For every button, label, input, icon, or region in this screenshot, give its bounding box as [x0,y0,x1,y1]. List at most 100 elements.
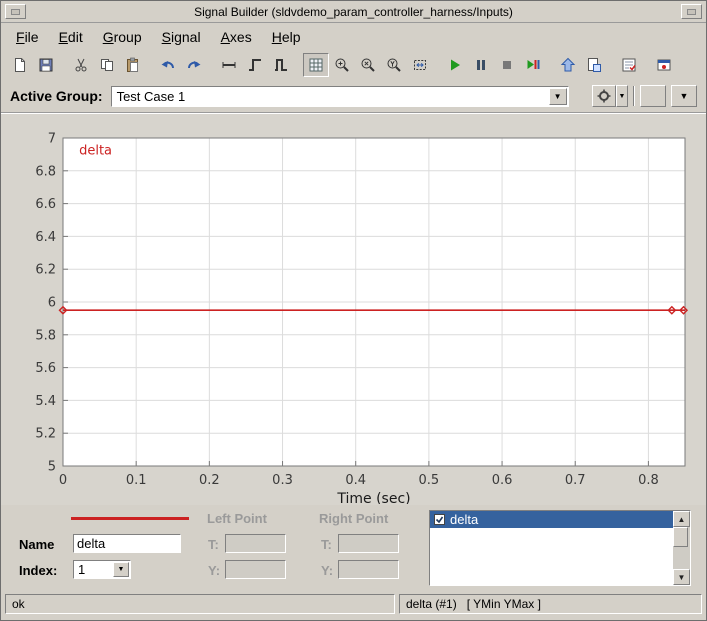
svg-text:delta: delta [79,143,112,158]
list-item-delta[interactable]: delta [430,511,673,528]
svg-text:0.3: 0.3 [272,473,293,488]
status-message: ok [5,594,395,614]
window-menu-button[interactable] [5,4,26,19]
active-group-combobox[interactable]: Test Case 1 ▼ [110,85,569,107]
panel-blank-button[interactable] [640,85,666,107]
line-segment-button[interactable] [216,53,242,77]
signal-builder-window: Signal Builder (sldvdemo_param_controlle… [0,0,707,621]
svg-text:Time (sec): Time (sec) [336,491,410,504]
zoom-in-button[interactable] [329,53,355,77]
fit-view-button[interactable] [407,53,433,77]
left-t-field [225,534,286,553]
svg-text:5.2: 5.2 [35,427,56,442]
run-all-icon [527,60,540,69]
name-input[interactable] [73,534,181,553]
index-label: Index: [19,563,58,578]
menu-signal[interactable]: Signal [153,26,210,48]
new-button[interactable] [7,53,33,77]
left-point-label: Left Point [207,511,267,526]
menu-group[interactable]: Group [94,26,151,48]
window-menu-icon [11,8,20,15]
signal-listbox: delta ▲ ▼ [429,510,691,586]
snap-grid-icon [309,58,323,72]
menu-file[interactable]: File [7,26,48,48]
window-maximize-button[interactable] [681,4,702,19]
paste-button[interactable] [120,53,146,77]
step-signal-button[interactable] [242,53,268,77]
copy-button[interactable] [94,53,120,77]
cut-button[interactable] [68,53,94,77]
svg-text:6.8: 6.8 [35,164,56,179]
group-options-arrow[interactable]: ▼ [616,85,628,107]
right-point-label: Right Point [319,511,389,526]
right-y-field [338,560,399,579]
raise-group-button[interactable] [555,53,581,77]
zoom-x-button[interactable] [355,53,381,77]
active-group-bar: Active Group: Test Case 1 ▼ ▼ ▼ [1,80,706,113]
scrollbar-thumb[interactable] [673,527,688,547]
menubar: File Edit Group Signal Axes Help [1,23,706,50]
pause-button[interactable] [468,53,494,77]
svg-text:0.7: 0.7 [565,473,586,488]
snap-grid-button[interactable] [303,53,329,77]
chevron-down-icon[interactable]: ▼ [113,562,129,577]
statusbar: ok delta (#1) [ YMin YMax ] [1,591,706,617]
pulse-signal-icon [275,59,287,71]
signal-legend-line [71,517,189,520]
group-options-button[interactable] [592,85,616,107]
zoom-x-icon [361,58,375,72]
save-button[interactable] [33,53,59,77]
index-combobox[interactable]: 1 ▼ [73,560,131,579]
svg-text:6.4: 6.4 [35,230,56,245]
menu-help[interactable]: Help [263,26,310,48]
svg-text:0.5: 0.5 [419,473,440,488]
signal-plot[interactable]: 0 0.1 0.2 0.3 0.4 0.5 0.6 0.7 0.8 5 5.2 5.4 5.6 5.8 6 6… [9,116,698,509]
svg-text:0.8: 0.8 [638,473,659,488]
chevron-down-icon[interactable]: ▼ [548,87,567,105]
menu-edit[interactable]: Edit [50,26,92,48]
plot-panel: 0 0.1 0.2 0.3 0.4 0.5 0.6 0.7 0.8 5 5.2 5.4 5.6 5.8 6 6… [1,113,706,507]
signal-list: delta [430,511,673,585]
scroll-down-button[interactable]: ▼ [673,569,690,585]
scroll-up-button[interactable]: ▲ [673,511,690,527]
paste-icon [127,57,138,72]
undo-button[interactable] [155,53,181,77]
scrollbar-track[interactable] [673,527,690,569]
svg-text:6.2: 6.2 [35,263,56,278]
zoom-in-icon [335,58,349,72]
signal-editor-panel: Left Point Right Point Name T: T: Index:… [1,505,706,591]
save-icon [39,58,53,72]
svg-text:5.8: 5.8 [35,328,56,343]
svg-text:0.6: 0.6 [492,473,513,488]
stop-button[interactable] [494,53,520,77]
titlebar: Signal Builder (sldvdemo_param_controlle… [1,1,706,23]
fit-view-icon [414,60,426,70]
highlight-model-button[interactable] [651,53,677,77]
redo-button[interactable] [181,53,207,77]
undo-icon [161,61,174,69]
raise-group-icon [560,57,576,72]
requirements-button[interactable] [616,53,642,77]
run-button[interactable] [442,53,468,77]
copy-figure-button[interactable] [581,53,607,77]
checked-checkbox-icon [434,514,445,525]
right-y-label: Y: [321,563,334,578]
run-all-button[interactable] [520,53,546,77]
svg-text:6: 6 [48,296,56,311]
pulse-signal-button[interactable] [268,53,294,77]
svg-text:7: 7 [48,132,56,147]
panel-collapse-button[interactable]: ▼ [671,85,697,107]
index-value: 1 [78,562,86,577]
right-t-field [338,534,399,553]
svg-text:5.4: 5.4 [35,394,56,409]
list-scrollbar[interactable]: ▲ ▼ [673,511,690,585]
menu-axes[interactable]: Axes [212,26,261,48]
highlight-model-icon [657,59,671,71]
line-segment-icon [222,62,236,68]
copy-figure-icon [588,58,601,72]
svg-text:0.1: 0.1 [126,473,147,488]
toolbar [1,50,706,80]
zoom-y-button[interactable] [381,53,407,77]
zoom-y-icon [387,58,401,72]
right-t-label: T: [321,537,332,552]
